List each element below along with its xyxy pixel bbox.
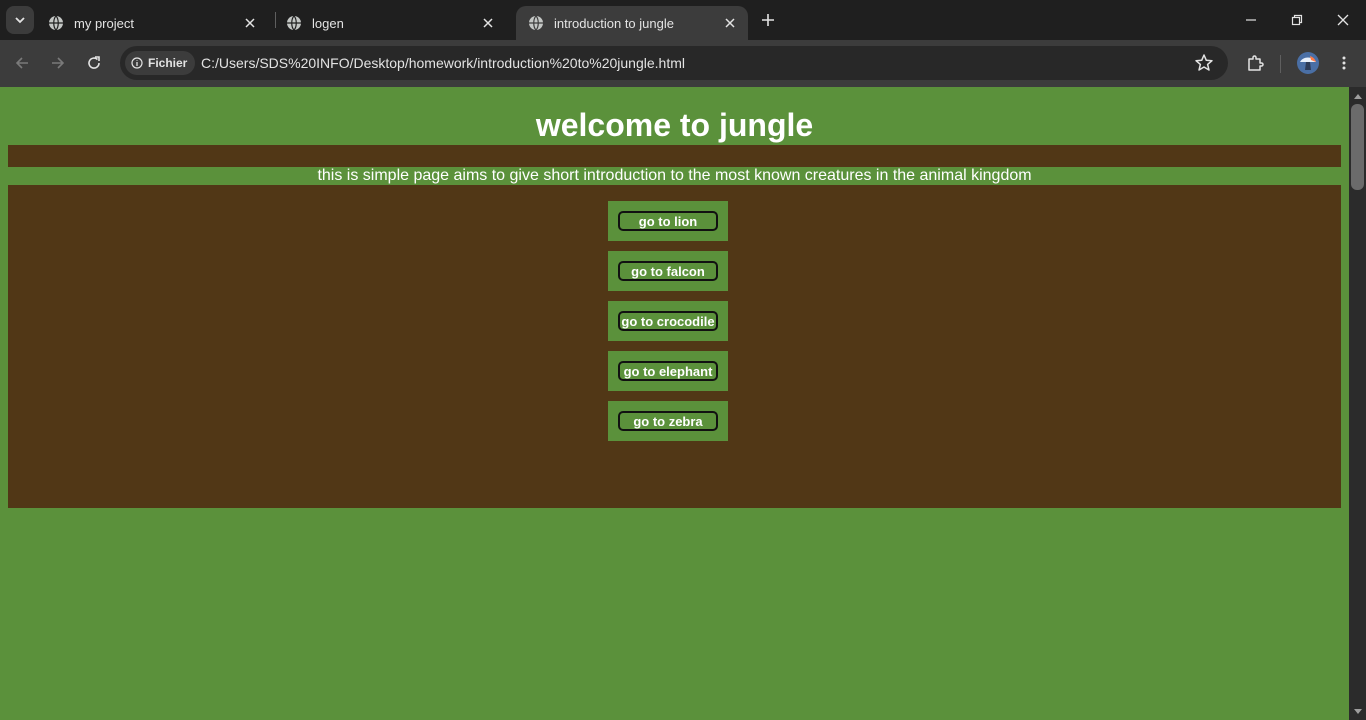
go-to-elephant-button[interactable]: go to elephant: [618, 361, 718, 381]
close-tab-icon[interactable]: [240, 13, 260, 33]
arrow-left-icon: [15, 57, 28, 69]
nav-box-crocodile: go to crocodile: [608, 301, 728, 341]
close-tab-icon[interactable]: [720, 13, 740, 33]
scrollbar-thumb[interactable]: [1351, 104, 1364, 190]
reload-icon: [88, 56, 100, 69]
nav-box-elephant: go to elephant: [608, 351, 728, 391]
plus-icon: [762, 14, 774, 26]
globe-icon: [529, 15, 543, 31]
navigation-panel: go to lion go to falcon go to crocodile …: [8, 185, 1341, 508]
tab-search-button[interactable]: [6, 6, 34, 34]
site-info-chip[interactable]: Fichier: [125, 51, 196, 75]
intro-text: this is simple page aims to give short i…: [317, 167, 1032, 184]
toolbar-separator: [1280, 55, 1281, 73]
triangle-up-icon: [1353, 93, 1362, 99]
info-icon: [131, 57, 143, 69]
close-tab-icon[interactable]: [478, 13, 498, 33]
globe-icon: [49, 15, 63, 31]
go-to-crocodile-button[interactable]: go to crocodile: [618, 311, 718, 331]
nav-box-zebra: go to zebra: [608, 401, 728, 441]
site-chip-label: Fichier: [148, 56, 188, 70]
forward-button[interactable]: [43, 48, 73, 78]
vertical-scrollbar[interactable]: [1349, 87, 1366, 720]
go-to-falcon-button[interactable]: go to falcon: [618, 261, 718, 281]
scroll-down-arrow[interactable]: [1349, 703, 1366, 720]
close-icon: [1337, 14, 1349, 26]
triangle-down-icon: [1353, 708, 1362, 714]
tab-my-project[interactable]: my project: [36, 6, 268, 40]
url-text[interactable]: C:/Users/SDS%20INFO/Desktop/homework/int…: [201, 55, 685, 71]
restore-icon: [1291, 14, 1303, 26]
globe-icon: [287, 15, 301, 31]
restore-button[interactable]: [1274, 0, 1320, 40]
minimize-button[interactable]: [1228, 0, 1274, 40]
close-window-button[interactable]: [1320, 0, 1366, 40]
nav-box-falcon: go to falcon: [608, 251, 728, 291]
nav-box-lion: go to lion: [608, 201, 728, 241]
arrow-right-icon: [52, 57, 65, 69]
tab-introduction-to-jungle[interactable]: introduction to jungle: [516, 6, 748, 40]
tab-logen[interactable]: logen: [274, 6, 506, 40]
more-vertical-icon: [1342, 56, 1346, 70]
tab-title: introduction to jungle: [554, 15, 674, 31]
reload-button[interactable]: [79, 48, 109, 78]
avatar: [1297, 52, 1319, 74]
go-to-zebra-button[interactable]: go to zebra: [618, 411, 718, 431]
bookmark-star-icon[interactable]: [1194, 53, 1214, 73]
back-button[interactable]: [7, 48, 37, 78]
tab-title: logen: [312, 15, 344, 31]
tab-strip: my project logen introduction to jungle: [0, 0, 1366, 40]
scroll-up-arrow[interactable]: [1349, 87, 1366, 104]
new-tab-button[interactable]: [756, 8, 780, 32]
extensions-button[interactable]: [1240, 48, 1270, 78]
profile-button[interactable]: [1293, 48, 1323, 78]
tab-title: my project: [74, 15, 134, 31]
address-bar[interactable]: Fichier C:/Users/SDS%20INFO/Desktop/home…: [120, 46, 1228, 80]
go-to-lion-button[interactable]: go to lion: [618, 211, 718, 231]
browser-toolbar: Fichier C:/Users/SDS%20INFO/Desktop/home…: [0, 40, 1366, 87]
minimize-icon: [1246, 19, 1256, 21]
page-title: welcome to jungle: [535, 107, 814, 143]
menu-button[interactable]: [1329, 48, 1359, 78]
chevron-down-icon: [15, 17, 25, 24]
page-viewport: welcome to jungle this is simple page ai…: [0, 87, 1349, 720]
puzzle-icon: [1248, 55, 1264, 71]
header-divider: [8, 145, 1341, 167]
